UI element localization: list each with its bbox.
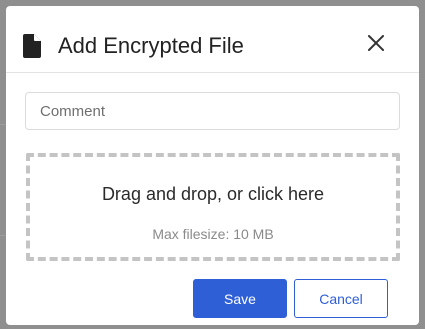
save-button[interactable]: Save	[193, 279, 287, 318]
add-encrypted-file-dialog: Add Encrypted File Drag and drop, or cli…	[6, 6, 419, 325]
close-button[interactable]	[365, 32, 387, 54]
close-icon[interactable]	[365, 35, 387, 58]
max-filesize-hint: Max filesize: 10 MB	[152, 226, 274, 242]
comment-input[interactable]	[25, 92, 400, 130]
file-dropzone[interactable]: Drag and drop, or click here Max filesiz…	[26, 153, 400, 261]
dialog-header: Add Encrypted File	[6, 6, 419, 73]
dropzone-text: Drag and drop, or click here	[101, 184, 325, 204]
file-icon	[23, 34, 41, 58]
dialog-title: Add Encrypted File	[58, 33, 244, 58]
cancel-button[interactable]: Cancel	[294, 279, 388, 318]
